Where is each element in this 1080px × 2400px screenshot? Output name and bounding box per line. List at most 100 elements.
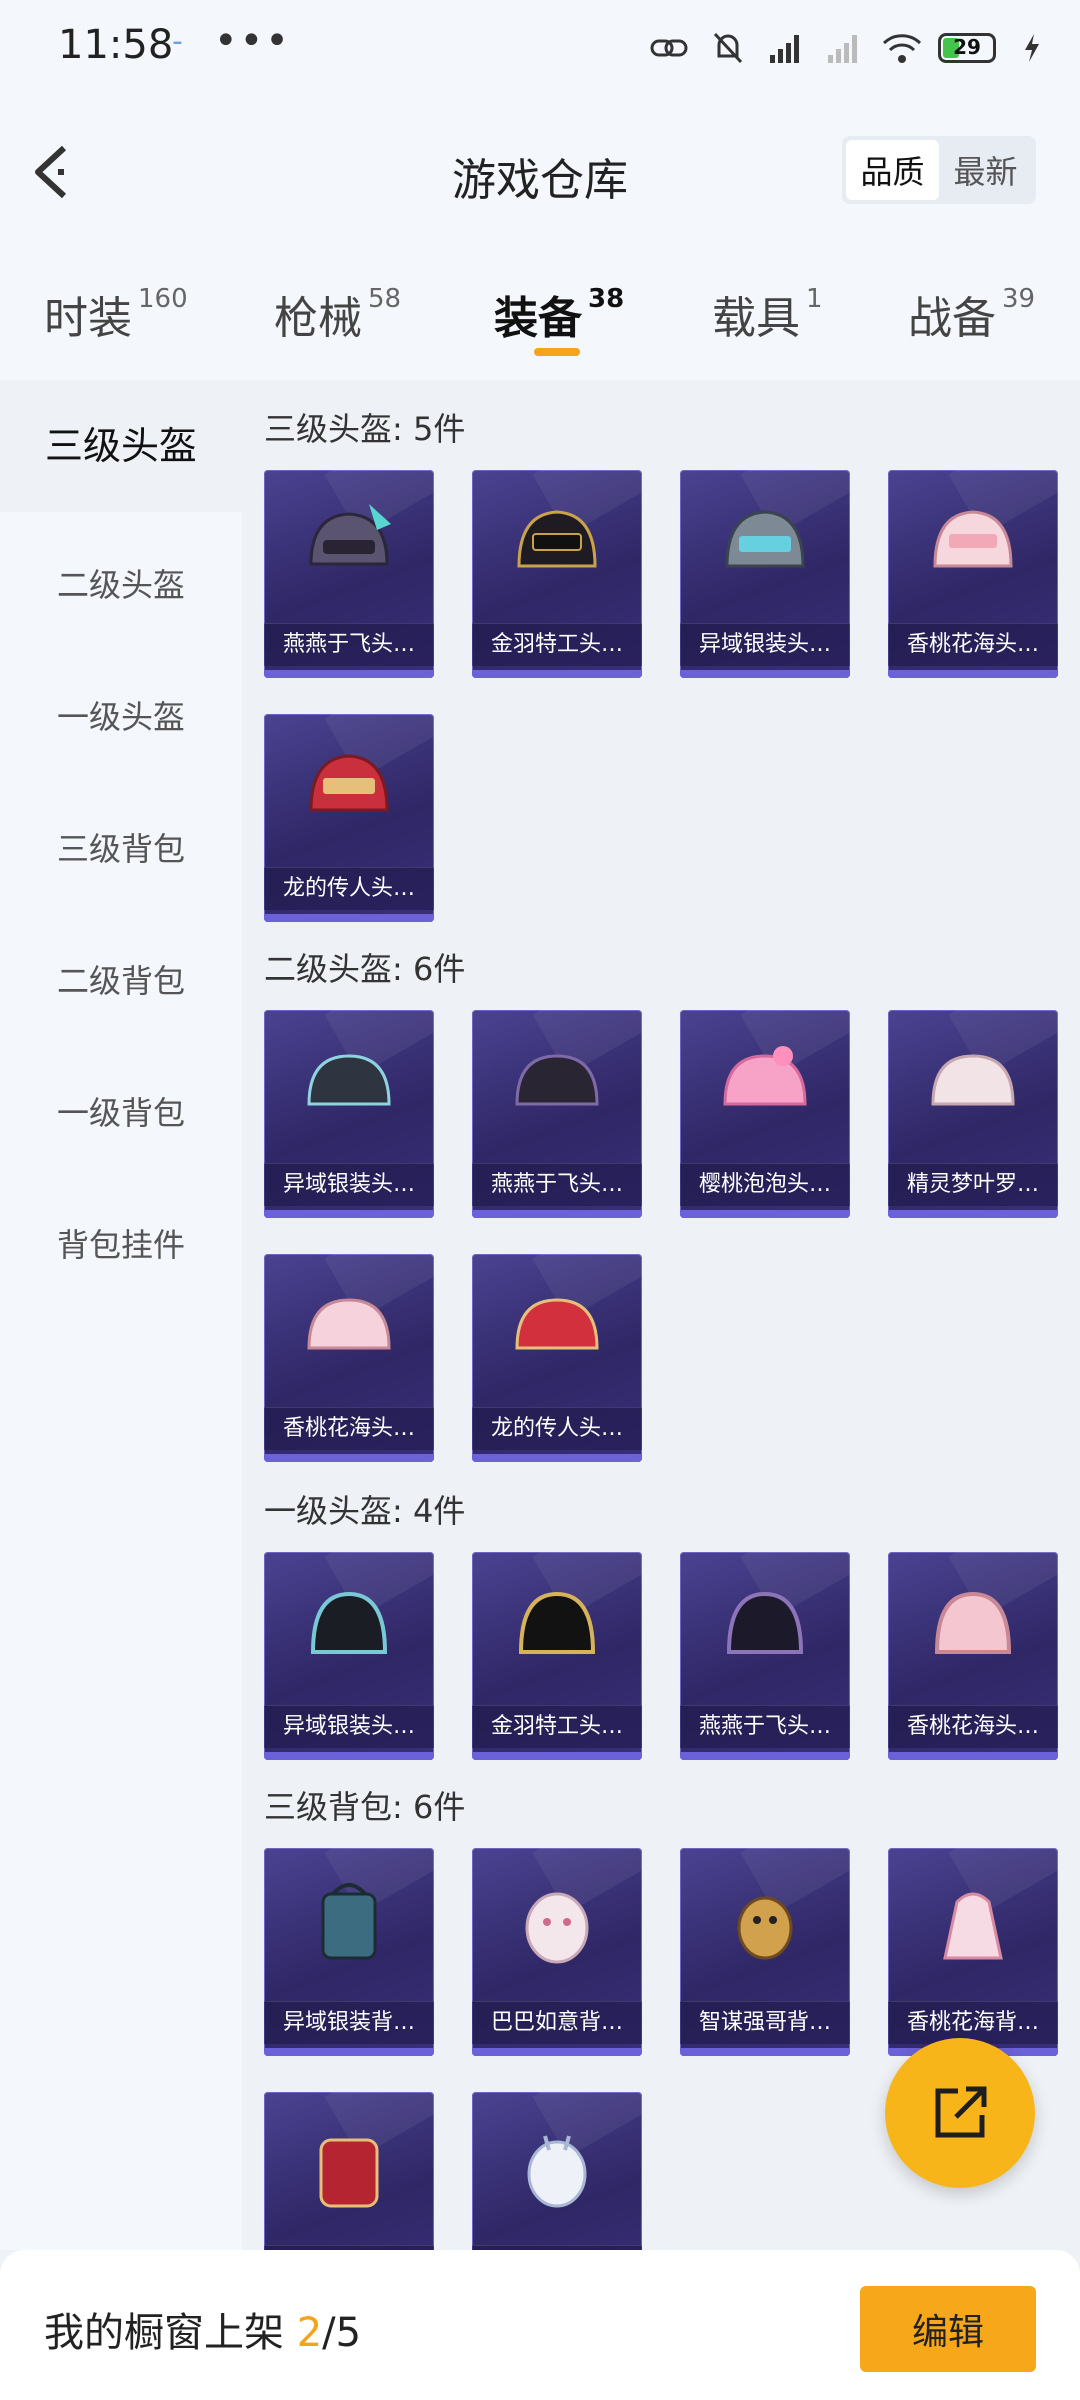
rarity-bar [264, 914, 434, 922]
section-title: 二级头盔: 6件 [264, 950, 466, 988]
rarity-bar [680, 670, 850, 678]
tab-fashion[interactable]: 时装 160 [44, 282, 188, 346]
helmet-icon [725, 510, 805, 568]
item-card[interactable]: 异域银装头… [680, 470, 850, 678]
item-card[interactable]: 金羽特工头… [472, 1552, 642, 1760]
backpack-icon [321, 1883, 377, 1960]
helmet-icon [309, 504, 391, 566]
status-icons: 29 [648, 26, 1054, 70]
sidebar-item-level1-helmet[interactable]: 一级头盔 [0, 692, 242, 738]
sidebar-item-level3-backpack[interactable]: 三级背包 [0, 824, 242, 870]
sidebar-item-level3-helmet[interactable]: 三级头盔 [0, 380, 242, 512]
item-name: 樱桃泡泡头… [680, 1163, 850, 1206]
item-name: 金羽特工头… [472, 623, 642, 666]
item-name: 智谋强哥背… [680, 2001, 850, 2044]
item-name: 燕燕于飞头… [680, 1705, 850, 1748]
item-name: 香桃花海头… [888, 1705, 1058, 1748]
rarity-bar [264, 670, 434, 678]
helmet-icon [307, 1054, 391, 1106]
item-card[interactable]: 龙的传人头… [472, 1254, 642, 1462]
item-card[interactable]: 燕燕于飞头… [472, 1010, 642, 1218]
item-card[interactable]: 香桃花海头… [888, 1552, 1058, 1760]
status-more-dots: ••• [214, 18, 291, 64]
backpack-icon [525, 1892, 589, 1964]
item-name: 金羽特工头… [472, 1705, 642, 1748]
section-title: 一级头盔: 4件 [264, 1492, 466, 1530]
subcategory-sidebar: 三级头盔 二级头盔 一级头盔 三级背包 二级背包 一级背包 背包挂件 [0, 380, 242, 2250]
item-card[interactable] [472, 2092, 642, 2250]
showcase-status: 我的橱窗上架 2/5 [44, 2300, 361, 2358]
item-card[interactable]: 巴巴如意背… [472, 1848, 642, 2056]
item-card[interactable]: 金羽特工头… [472, 470, 642, 678]
rarity-bar [472, 1752, 642, 1760]
item-card[interactable]: 龙的传人头… [264, 714, 434, 922]
helmet-icon [515, 1298, 599, 1350]
item-name: 精灵梦叶罗… [888, 1163, 1058, 1206]
item-name: 异域银装头… [264, 1705, 434, 1748]
item-card[interactable]: 樱桃泡泡头… [680, 1010, 850, 1218]
sidebar-item-level2-backpack[interactable]: 二级背包 [0, 956, 242, 1002]
item-name: 龙的传人头… [264, 867, 434, 910]
item-card[interactable]: 异域银装头… [264, 1010, 434, 1218]
active-tab-indicator [534, 348, 580, 356]
helmet-icon [726, 1591, 804, 1654]
sidebar-item-level2-helmet[interactable]: 二级头盔 [0, 560, 242, 606]
share-external-icon [935, 2086, 987, 2138]
item-name: 燕燕于飞头… [472, 1163, 642, 1206]
item-card[interactable] [264, 2092, 434, 2250]
sort-quality-button[interactable]: 品质 [846, 140, 939, 200]
backpack-icon [319, 2138, 379, 2208]
item-name: 异域银装头… [680, 623, 850, 666]
tab-supplies[interactable]: 战备 39 [908, 282, 1035, 346]
share-fab-button[interactable] [885, 2038, 1035, 2188]
tab-count: 58 [368, 284, 402, 314]
helmet-icon [515, 1054, 599, 1106]
category-tabs: 时装 160 枪械 58 装备 38 载具 1 战备 39 [0, 240, 1080, 380]
tab-count: 160 [138, 284, 188, 314]
tab-label: 载具 [712, 293, 800, 344]
helmet-icon [310, 1591, 388, 1654]
status-time: 11:58 [58, 22, 174, 68]
tab-label: 枪械 [274, 293, 362, 344]
edit-button[interactable]: 编辑 [860, 2286, 1036, 2372]
sidebar-item-backpack-charms[interactable]: 背包挂件 [0, 1220, 242, 1266]
battery-icon: 29 [938, 33, 996, 63]
item-card[interactable]: 燕燕于飞头… [264, 470, 434, 678]
rarity-bar [472, 2048, 642, 2056]
tab-vehicles[interactable]: 载具 1 [712, 282, 823, 346]
item-card[interactable]: 香桃花海头… [264, 1254, 434, 1462]
rarity-bar [680, 2048, 850, 2056]
tab-count: 1 [806, 284, 823, 314]
tab-count: 38 [588, 284, 625, 314]
charging-icon [1010, 26, 1054, 70]
section-title: 三级头盔: 5件 [264, 410, 466, 448]
rarity-bar [680, 1752, 850, 1760]
helmet-icon [307, 1298, 391, 1350]
item-card[interactable]: 香桃花海头… [888, 470, 1058, 678]
item-card[interactable]: 异域银装背… [264, 1848, 434, 2056]
item-name: 巴巴如意背… [472, 2001, 642, 2044]
mute-icon [706, 26, 750, 70]
item-card[interactable]: 智谋强哥背… [680, 1848, 850, 2056]
tab-equipment[interactable]: 装备 38 [494, 282, 624, 346]
tab-weapons[interactable]: 枪械 58 [274, 282, 401, 346]
sidebar-item-level1-backpack[interactable]: 一级背包 [0, 1088, 242, 1134]
tab-label: 战备 [908, 293, 996, 344]
rarity-bar [472, 1454, 642, 1462]
item-card[interactable]: 异域银装头… [264, 1552, 434, 1760]
sort-newest-button[interactable]: 最新 [939, 140, 1032, 200]
rarity-bar [472, 670, 642, 678]
item-name: 燕燕于飞头… [264, 623, 434, 666]
item-card[interactable]: 燕燕于飞头… [680, 1552, 850, 1760]
helmet-icon [933, 510, 1013, 568]
helmet-icon [309, 754, 389, 812]
sort-toggle: 品质 最新 [842, 136, 1036, 204]
item-card[interactable]: 精灵梦叶罗… [888, 1010, 1058, 1218]
showcase-total-count: /5 [322, 2310, 362, 2356]
showcase-bottom-bar: 我的橱窗上架 2/5 编辑 [0, 2250, 1080, 2400]
helmet-icon [517, 510, 597, 568]
rarity-bar [888, 1752, 1058, 1760]
helmet-icon [931, 1054, 1015, 1106]
item-card[interactable]: 香桃花海背… [888, 1848, 1058, 2056]
showcase-current-count: 2 [296, 2310, 323, 2356]
